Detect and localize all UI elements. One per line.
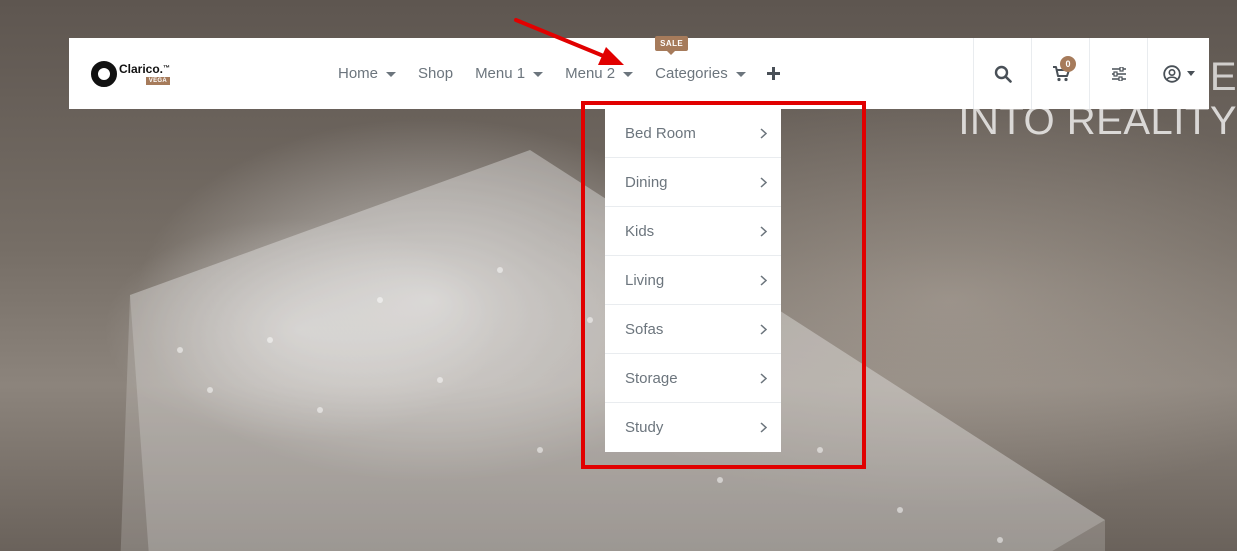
cart-count-badge: 0 [1060, 56, 1076, 72]
nav-shop-label: Shop [418, 65, 454, 82]
nav-plus-button[interactable] [757, 38, 790, 109]
caret-down-icon [1186, 71, 1195, 76]
nav-actions: 0 [973, 38, 1209, 109]
annotation-arrow-icon [514, 18, 624, 65]
logo-tm: ™ [163, 64, 171, 72]
search-icon [994, 65, 1012, 83]
nav-categories[interactable]: SALE Categories [644, 36, 757, 109]
logo-sub: VEGA [145, 76, 171, 85]
nav-home[interactable]: Home [327, 38, 407, 109]
filter-button[interactable] [1089, 38, 1147, 109]
user-menu-button[interactable] [1147, 38, 1209, 109]
nav-categories-label: Categories [655, 65, 728, 82]
logo-c-icon [91, 60, 117, 87]
caret-down-icon [735, 71, 746, 77]
annotation-highlight-box [581, 101, 866, 469]
nav-shop[interactable]: Shop [407, 38, 464, 109]
search-button[interactable] [973, 38, 1031, 109]
user-circle-icon [1162, 64, 1181, 83]
nav-home-label: Home [338, 65, 379, 82]
sale-badge: SALE [655, 36, 689, 55]
caret-down-icon [386, 71, 397, 77]
logo-name: Clarico.™ [119, 61, 171, 76]
cart-button[interactable]: 0 [1031, 38, 1089, 109]
sliders-icon [1111, 66, 1126, 81]
plus-icon [766, 67, 780, 80]
logo-mark: Clarico.™ VEGA [91, 60, 171, 87]
logo[interactable]: Clarico.™ VEGA [69, 38, 249, 109]
